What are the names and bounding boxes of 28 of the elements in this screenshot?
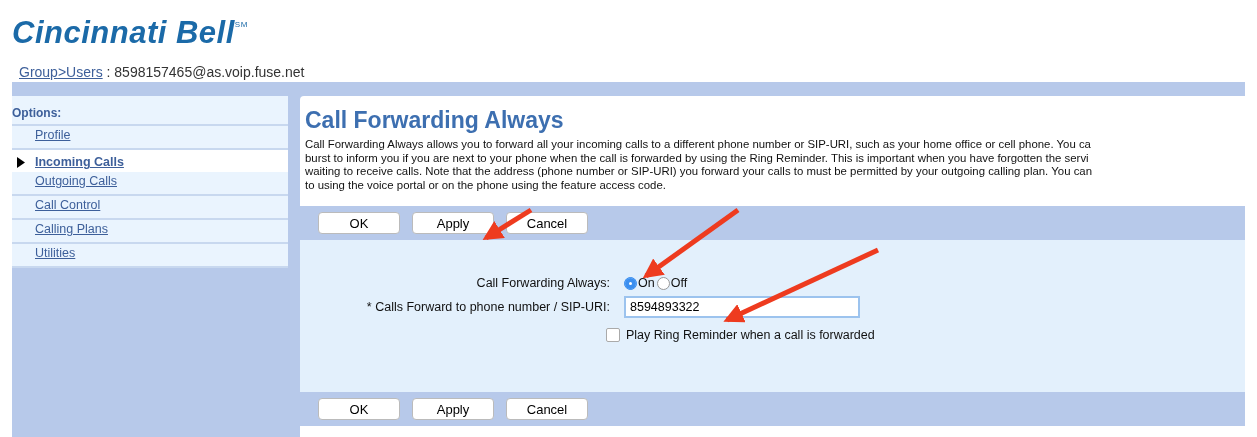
breadcrumb-link[interactable]: Group <box>19 64 58 80</box>
page-title: Call Forwarding Always <box>304 106 565 134</box>
checkbox[interactable] <box>606 328 620 342</box>
apply-button[interactable]: Apply <box>412 212 494 234</box>
checkbox-label: Play Ring Reminder when a call is forwarded <box>626 328 875 342</box>
breadcrumb-link[interactable]: >Users <box>57 64 103 80</box>
sidebar-heading: Options: <box>12 96 288 126</box>
logo: Cincinnati Bell$^{SM}$ <box>12 14 249 52</box>
phone-number-field[interactable]: 8594893322 <box>624 296 860 318</box>
user-address: : 8598157465@as.voip.fuse.net <box>105 64 305 80</box>
sidebar-link[interactable]: Outgoing Calls <box>35 174 117 188</box>
radio-label: Off <box>670 276 688 290</box>
field-label: * Calls Forward to phone number / SIP-URI: <box>365 300 611 314</box>
sidebar-link[interactable]: Call Control <box>35 198 101 212</box>
radio-label: On <box>638 276 655 290</box>
pointer-icon <box>16 157 26 168</box>
field-label: Call Forwarding Always: <box>475 276 611 290</box>
description: Call Forwarding Always allows you to forward all your incoming calls to a different phone number or SIP-URI, such as your home office or cell phone. You ca burst to inform you if you are next to your phone when the call is forwarded by using the Ring Reminder. This is important when you have forgotten the servi waiting to receive calls. Note that the address (phone number or SIP-URI) you forward your calls to must be permitted by your outgoing calling plan. You can to using the voice portal or on the phone using the feature access code. <box>304 137 1093 192</box>
cancel-button[interactable]: Cancel <box>506 398 588 420</box>
radio-button[interactable] <box>624 276 637 290</box>
apply-button[interactable]: Apply <box>412 398 494 420</box>
ok-button[interactable]: OK <box>318 398 400 420</box>
sidebar-link[interactable]: Calling Plans <box>35 222 108 236</box>
radio-button[interactable] <box>656 276 670 290</box>
cancel-button[interactable]: Cancel <box>506 212 588 234</box>
ok-button[interactable]: OK <box>318 212 400 234</box>
sidebar-link[interactable]: Utilities <box>35 246 76 260</box>
sidebar-link[interactable]: Profile <box>35 128 71 142</box>
